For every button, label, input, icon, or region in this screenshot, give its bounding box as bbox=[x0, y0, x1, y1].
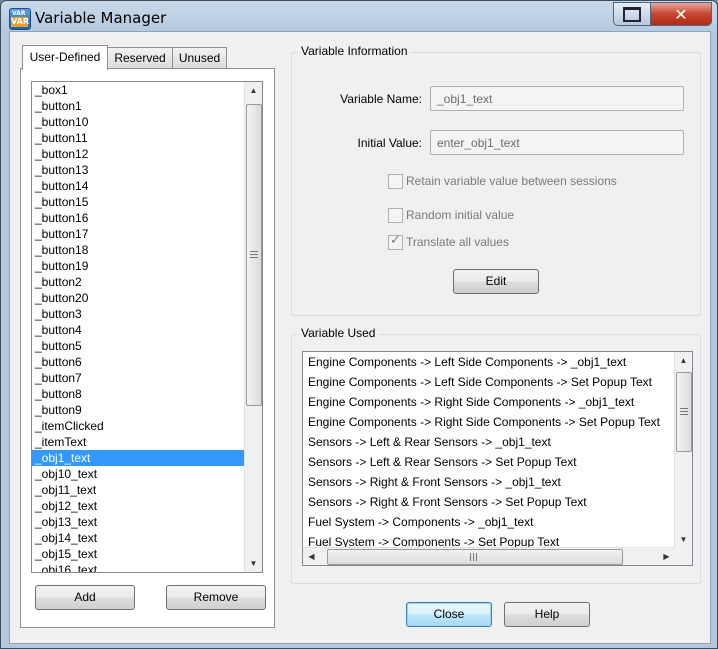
variable-used-item[interactable]: Sensors -> Left & Rear Sensors -> Set Po… bbox=[303, 452, 692, 472]
close-icon: ✕ bbox=[674, 4, 688, 24]
add-button[interactable]: Add bbox=[35, 585, 135, 610]
retain-value-checkbox[interactable] bbox=[388, 174, 403, 189]
variable-list-item[interactable]: _itemClicked bbox=[32, 418, 262, 434]
window-title: Variable Manager bbox=[35, 9, 167, 27]
translate-values-checkbox[interactable]: ✓ bbox=[388, 233, 403, 250]
variable-used-list[interactable]: Engine Components -> Left Side Component… bbox=[302, 351, 693, 566]
variable-used-item[interactable]: Engine Components -> Right Side Componen… bbox=[303, 392, 692, 412]
variable-list-item[interactable]: _button2 bbox=[32, 274, 262, 290]
variable-list-item[interactable]: _button5 bbox=[32, 338, 262, 354]
close-button[interactable]: Close bbox=[406, 602, 492, 627]
scroll-thumb[interactable] bbox=[246, 104, 262, 406]
scroll-right-arrow-icon[interactable]: ▶ bbox=[658, 548, 675, 565]
variable-list-item[interactable]: _button12 bbox=[32, 146, 262, 162]
variable-list-item[interactable]: _button3 bbox=[32, 306, 262, 322]
random-initial-checkbox[interactable] bbox=[388, 208, 403, 223]
variable-list-item[interactable]: _itemText bbox=[32, 434, 262, 450]
variable-list-item[interactable]: _button4 bbox=[32, 322, 262, 338]
tab-reserved[interactable]: Reserved bbox=[107, 47, 173, 68]
variable-list-item[interactable]: _obj10_text bbox=[32, 466, 262, 482]
tab-user-defined[interactable]: User-Defined bbox=[22, 45, 108, 70]
title-bar[interactable]: VAR VAR Variable Manager ✕ bbox=[1, 1, 717, 35]
variable-used-item[interactable]: Engine Components -> Left Side Component… bbox=[303, 352, 692, 372]
retain-value-label: Retain variable value between sessions bbox=[406, 174, 617, 188]
variable-used-title: Variable Used bbox=[298, 326, 379, 340]
variable-list-item[interactable]: _obj1_text bbox=[32, 450, 262, 466]
variable-list-item[interactable]: _button10 bbox=[32, 114, 262, 130]
variable-manager-window: VAR VAR Variable Manager ✕ User-Defined … bbox=[0, 0, 718, 649]
variable-list-item[interactable]: _button14 bbox=[32, 178, 262, 194]
scroll-thumb[interactable] bbox=[676, 372, 692, 452]
variable-list-item[interactable]: _button6 bbox=[32, 354, 262, 370]
variable-name-field[interactable]: _obj1_text bbox=[430, 86, 684, 111]
used-list-vertical-scrollbar[interactable]: ▲ ▼ bbox=[674, 352, 692, 548]
variable-list[interactable]: _box1 _button1 _button10 _button11 _button12… bbox=[31, 81, 263, 573]
variable-used-item[interactable]: Sensors -> Left & Rear Sensors -> _obj1_… bbox=[303, 432, 692, 452]
variable-list-items: _box1 _button1 _button10 _button11 _button12… bbox=[32, 82, 262, 572]
scroll-up-arrow-icon[interactable]: ▲ bbox=[675, 352, 692, 369]
variable-list-item[interactable]: _obj13_text bbox=[32, 514, 262, 530]
user-defined-tab-panel: _box1 _button1 _button10 _button11 _button12… bbox=[20, 68, 275, 628]
variable-list-item[interactable]: _obj14_text bbox=[32, 530, 262, 546]
scroll-left-arrow-icon[interactable]: ◀ bbox=[303, 548, 320, 565]
variable-used-item[interactable]: Sensors -> Right & Front Sensors -> Set … bbox=[303, 492, 692, 512]
window-close-button[interactable]: ✕ bbox=[650, 2, 712, 26]
variable-list-item[interactable]: _button20 bbox=[32, 290, 262, 306]
remove-button[interactable]: Remove bbox=[166, 585, 266, 610]
variable-list-item[interactable]: _button16 bbox=[32, 210, 262, 226]
variable-list-item[interactable]: _box1 bbox=[32, 82, 262, 98]
variable-list-item[interactable]: _button8 bbox=[32, 386, 262, 402]
var-app-icon: VAR VAR bbox=[9, 8, 31, 30]
initial-value-field[interactable]: enter_obj1_text bbox=[430, 130, 684, 155]
variable-list-item[interactable]: _obj15_text bbox=[32, 546, 262, 562]
variable-used-items: Engine Components -> Left Side Component… bbox=[303, 352, 692, 552]
scroll-up-arrow-icon[interactable]: ▲ bbox=[245, 82, 262, 99]
tab-unused[interactable]: Unused bbox=[172, 47, 227, 68]
variable-list-item[interactable]: _button15 bbox=[32, 194, 262, 210]
initial-value-label: Initial Value: bbox=[357, 136, 422, 150]
tab-label: Unused bbox=[178, 51, 221, 65]
variable-used-item[interactable]: Sensors -> Right & Front Sensors -> _obj… bbox=[303, 472, 692, 492]
dialog-client-area: User-Defined Reserved Unused _box1 _butto… bbox=[9, 31, 711, 644]
horizontal-scroll-thumb[interactable] bbox=[327, 549, 623, 565]
variable-list-scrollbar[interactable]: ▲ ▼ bbox=[244, 82, 262, 572]
variable-used-item[interactable]: Engine Components -> Left Side Component… bbox=[303, 372, 692, 392]
used-list-horizontal-scrollbar[interactable]: ◀ ▶ bbox=[303, 547, 675, 565]
restore-icon bbox=[623, 6, 641, 22]
variable-used-item[interactable]: Engine Components -> Right Side Componen… bbox=[303, 412, 692, 432]
variable-list-item[interactable]: _button17 bbox=[32, 226, 262, 242]
variable-used-item[interactable]: Fuel System -> Components -> _obj1_text bbox=[303, 512, 692, 532]
variable-list-item[interactable]: _button1 bbox=[32, 98, 262, 114]
translate-values-label: Translate all values bbox=[406, 235, 509, 249]
variable-list-item[interactable]: _button18 bbox=[32, 242, 262, 258]
variable-list-item[interactable]: _obj11_text bbox=[32, 482, 262, 498]
random-initial-label: Random initial value bbox=[406, 208, 515, 222]
variable-list-item[interactable]: _button11 bbox=[32, 130, 262, 146]
variable-list-item[interactable]: _button7 bbox=[32, 370, 262, 386]
variable-list-item[interactable]: _button13 bbox=[32, 162, 262, 178]
scrollbar-corner bbox=[675, 548, 692, 565]
tab-label: User-Defined bbox=[29, 50, 101, 64]
variable-list-item[interactable]: _obj12_text bbox=[32, 498, 262, 514]
variable-name-label: Variable Name: bbox=[340, 92, 422, 106]
variable-list-item[interactable]: _button9 bbox=[32, 402, 262, 418]
variable-list-item[interactable]: _obj16_text bbox=[32, 562, 262, 572]
scroll-down-arrow-icon[interactable]: ▼ bbox=[245, 555, 262, 572]
scroll-down-arrow-icon[interactable]: ▼ bbox=[675, 531, 692, 548]
variable-information-group: Variable Information Variable Name: _obj… bbox=[291, 44, 701, 316]
variable-used-group: Variable Used Engine Components -> Left … bbox=[291, 326, 701, 584]
edit-button[interactable]: Edit bbox=[453, 269, 539, 294]
checkmark-icon: ✓ bbox=[390, 233, 401, 248]
variable-list-item[interactable]: _button19 bbox=[32, 258, 262, 274]
app-icon-top-text: VAR bbox=[12, 10, 26, 17]
restore-button[interactable] bbox=[613, 2, 651, 26]
variable-information-title: Variable Information bbox=[298, 44, 411, 58]
tab-label: Reserved bbox=[114, 51, 166, 65]
app-icon-label: VAR bbox=[11, 17, 29, 27]
help-button[interactable]: Help bbox=[504, 602, 590, 627]
